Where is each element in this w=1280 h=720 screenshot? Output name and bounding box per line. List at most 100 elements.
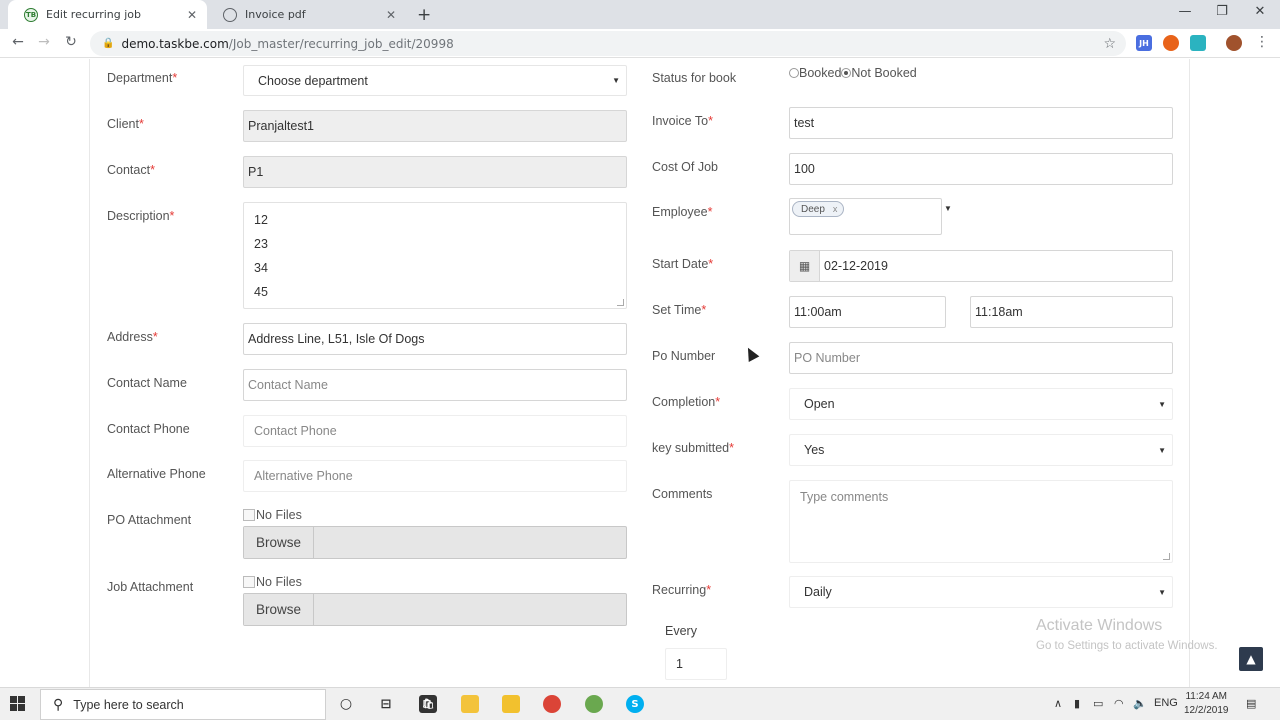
windows-taskbar: ⚲ Type here to search ○ ⊟ 🛍 S ∧ ▮ ▭ ◠ 🔈 … (0, 687, 1280, 720)
bookmark-star-icon[interactable]: ☆ (1103, 36, 1116, 52)
wifi-icon[interactable]: ◠ (1114, 697, 1124, 710)
job-attachment-preview: No Files (243, 575, 302, 589)
browser-tabstrip: TB Edit recurring job ✕ Invoice pdf ✕ + … (0, 0, 1280, 29)
task-view-icon[interactable]: ⊟ (377, 695, 395, 713)
extension-orange-icon[interactable] (1163, 35, 1179, 51)
start-time-field[interactable]: 11:00am (789, 296, 946, 328)
comments-label: Comments (652, 487, 713, 501)
notifications-icon[interactable]: ▤ (1246, 697, 1256, 710)
contact-phone-field[interactable]: Contact Phone (243, 415, 627, 447)
contact-label: Contact* (107, 163, 155, 177)
tab-title: Invoice pdf (245, 8, 306, 21)
avatar[interactable] (1226, 35, 1242, 51)
tab-invoice-pdf[interactable]: Invoice pdf ✕ (207, 0, 406, 29)
chip-remove-icon[interactable]: x (833, 204, 838, 214)
battery-icon[interactable]: ▭ (1093, 697, 1103, 710)
close-icon[interactable]: ✕ (187, 8, 197, 22)
tray-chevron-icon[interactable]: ∧ (1054, 697, 1062, 710)
description-line: 34 (254, 261, 268, 275)
file-explorer-icon[interactable] (461, 695, 479, 713)
key-submitted-value: Yes (804, 443, 825, 457)
contact-phone-label: Contact Phone (107, 422, 190, 436)
microphone-icon[interactable]: ▮ (1074, 697, 1080, 710)
start-date-value: 02-12-2019 (824, 259, 888, 273)
broken-image-icon (243, 576, 255, 588)
cost-of-job-field[interactable]: 100 (789, 153, 1173, 185)
store-icon[interactable]: 🛍 (419, 695, 437, 713)
volume-icon[interactable]: 🔈 (1133, 697, 1147, 710)
end-time-field[interactable]: 11:18am (970, 296, 1173, 328)
scroll-to-top-button[interactable]: ▲ (1239, 647, 1263, 671)
po-number-label: Po Number (652, 349, 716, 363)
contact-name-label: Contact Name (107, 376, 187, 390)
completion-select[interactable]: Open ▼ (789, 388, 1173, 420)
extension-drive-icon[interactable] (1190, 35, 1206, 51)
new-tab-button[interactable]: + (417, 5, 431, 25)
resize-handle-icon[interactable] (617, 299, 624, 306)
department-select[interactable]: Choose department ▼ (243, 65, 627, 96)
skype-icon[interactable]: S (626, 695, 644, 713)
resize-handle-icon[interactable] (1163, 553, 1170, 560)
window-close-icon[interactable]: ✕ (1245, 4, 1275, 19)
alternative-phone-label: Alternative Phone (107, 467, 206, 481)
cortana-icon[interactable]: ○ (337, 695, 355, 713)
close-icon[interactable]: ✕ (386, 8, 396, 22)
completion-value: Open (804, 397, 835, 411)
every-label: Every (665, 624, 697, 638)
dropdown-caret-icon[interactable]: ▼ (944, 204, 952, 213)
reload-icon[interactable]: ↻ (61, 34, 81, 50)
calendar-icon[interactable]: ▦ (790, 251, 820, 281)
container-border-left (89, 59, 90, 687)
start-date-field[interactable]: ▦ 02-12-2019 (789, 250, 1173, 282)
job-attachment-label: Job Attachment (107, 580, 194, 594)
page-content: Department* Choose department ▼ Client* … (0, 59, 1280, 687)
tab-title: Edit recurring job (46, 8, 141, 21)
address-field[interactable]: Address Line, L51, Isle Of Dogs (243, 323, 627, 355)
url-host: demo.taskbe.com (121, 36, 229, 51)
extension-jh-icon[interactable]: JH (1136, 35, 1152, 51)
taskbar-clock[interactable]: 11:24 AM 12/2/2019 (1184, 690, 1229, 718)
browse-button[interactable]: Browse (244, 527, 314, 558)
language-indicator[interactable]: ENG (1154, 697, 1178, 709)
forward-icon[interactable]: → (34, 34, 54, 50)
job-attachment-input[interactable]: Browse (243, 593, 627, 626)
invoice-to-field[interactable]: test (789, 107, 1173, 139)
address-bar[interactable]: 🔒 demo.taskbe.com/Job_master/recurring_j… (90, 31, 1126, 56)
contact-name-field[interactable]: Contact Name (243, 369, 627, 401)
description-line: 12 (254, 213, 268, 227)
search-icon: ⚲ (53, 696, 64, 712)
booked-radio[interactable] (789, 68, 799, 78)
completion-label: Completion* (652, 395, 721, 409)
po-attachment-preview: No Files (243, 508, 302, 522)
taskbar-search-input[interactable]: ⚲ Type here to search (40, 689, 326, 720)
po-attachment-input[interactable]: Browse (243, 526, 627, 559)
taskbe-favicon-icon: TB (24, 7, 38, 22)
menu-kebab-icon[interactable]: ⋮ (1252, 34, 1272, 50)
alternative-phone-field[interactable]: Alternative Phone (243, 460, 627, 492)
booked-option-label: Booked (799, 66, 842, 80)
po-number-field[interactable]: PO Number (789, 342, 1173, 374)
recurring-select[interactable]: Daily ▼ (789, 576, 1173, 608)
recurring-label: Recurring* (652, 583, 712, 597)
key-submitted-select[interactable]: Yes ▼ (789, 434, 1173, 466)
every-field[interactable]: 1 (665, 648, 727, 680)
browse-button[interactable]: Browse (244, 594, 314, 625)
comments-textarea[interactable]: Type comments (789, 480, 1173, 563)
key-submitted-label: key submitted* (652, 441, 734, 455)
activate-windows-subtitle: Go to Settings to activate Windows. (1036, 640, 1218, 652)
windows-start-icon[interactable] (10, 696, 26, 712)
dropdown-caret-icon: ▼ (1158, 399, 1166, 409)
whatsapp-icon[interactable] (502, 695, 520, 713)
tab-edit-recurring-job[interactable]: TB Edit recurring job ✕ (8, 0, 207, 29)
employee-label: Employee* (652, 205, 713, 219)
android-studio-icon[interactable] (585, 695, 603, 713)
contact-field[interactable]: P1 (243, 156, 627, 188)
restore-icon[interactable]: ❐ (1207, 4, 1237, 19)
employee-multiselect[interactable]: Deep x (789, 198, 942, 235)
client-field[interactable]: Pranjaltest1 (243, 110, 627, 142)
minimize-icon[interactable]: — (1170, 4, 1200, 19)
description-textarea[interactable]: 12 23 34 45 (243, 202, 627, 309)
back-icon[interactable]: ← (8, 34, 28, 50)
chrome-icon[interactable] (543, 695, 561, 713)
not-booked-radio[interactable] (841, 68, 852, 78)
